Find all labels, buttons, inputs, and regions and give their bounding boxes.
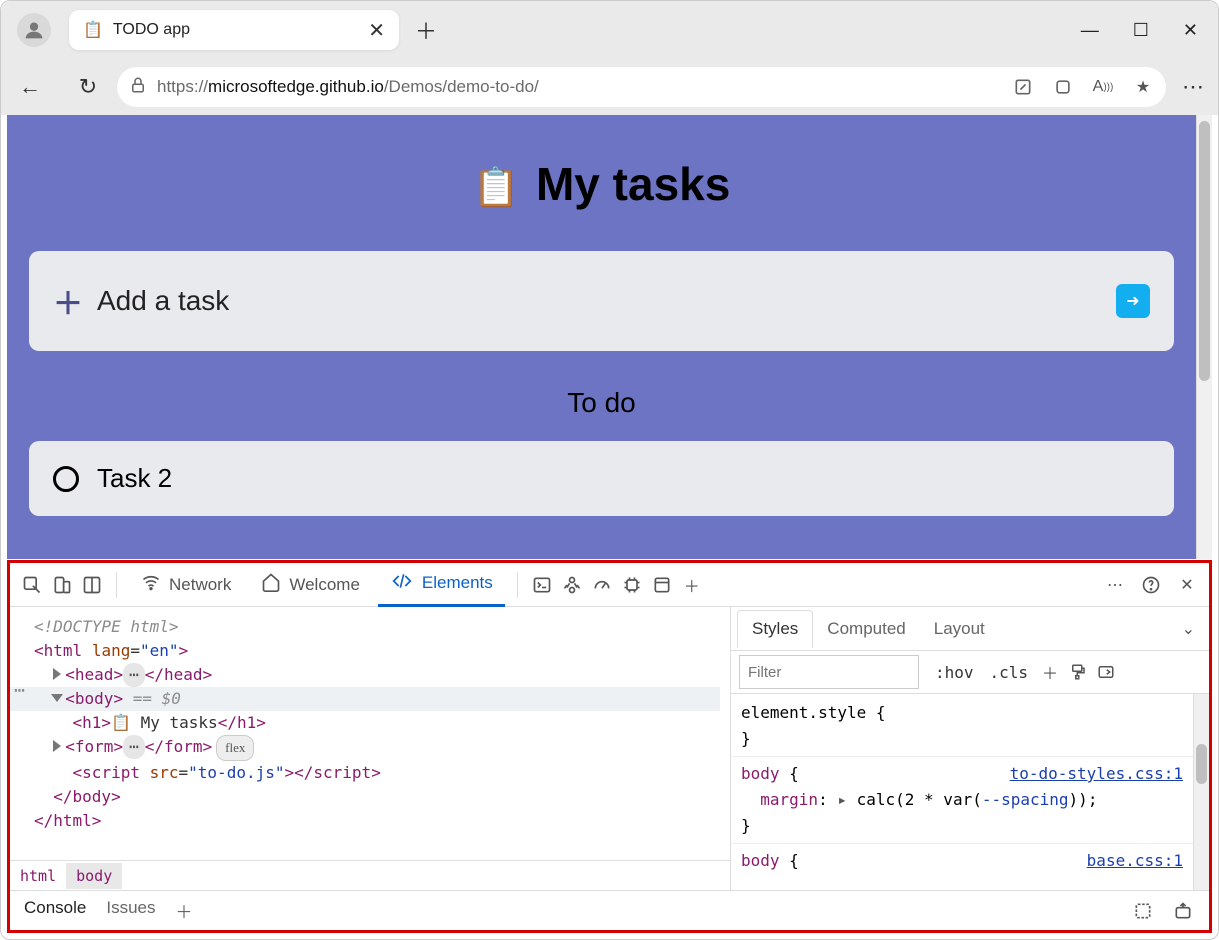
inspect-icon[interactable] bbox=[20, 573, 44, 597]
css-rules[interactable]: element.style { } body {to-do-styles.css… bbox=[731, 694, 1193, 890]
sources-icon[interactable] bbox=[560, 573, 584, 597]
close-devtools-icon[interactable]: ✕ bbox=[1175, 573, 1199, 597]
styles-scrollbar[interactable] bbox=[1193, 694, 1209, 890]
home-icon bbox=[261, 572, 281, 597]
dom-line[interactable]: <head>⋯</head> bbox=[34, 663, 720, 687]
new-style-icon[interactable]: ＋ bbox=[1036, 658, 1064, 686]
page-content: 📋My tasks ＋ Add a task ➜ To do Task 2 bbox=[7, 115, 1196, 559]
dom-tree-pane[interactable]: <!DOCTYPE html> <html lang="en"> <head>⋯… bbox=[10, 607, 731, 890]
performance-icon[interactable] bbox=[590, 573, 614, 597]
add-task-card: ＋ Add a task ➜ bbox=[29, 251, 1174, 351]
css-source-link[interactable]: to-do-styles.css:1 bbox=[1010, 761, 1183, 787]
dom-line[interactable]: <form>⋯</form>flex bbox=[34, 735, 720, 761]
breadcrumb: html body bbox=[10, 860, 730, 890]
page-viewport: 📋My tasks ＋ Add a task ➜ To do Task 2 bbox=[7, 115, 1196, 559]
memory-icon[interactable] bbox=[620, 573, 644, 597]
wifi-icon bbox=[141, 572, 161, 597]
section-heading: To do bbox=[29, 387, 1174, 419]
paint-icon[interactable] bbox=[1064, 658, 1092, 686]
styles-filter-input[interactable] bbox=[739, 655, 919, 689]
drawer-tab-console[interactable]: Console bbox=[24, 898, 86, 923]
titlebar: 📋 TODO app ✕ ＋ — ☐ ✕ bbox=[1, 1, 1218, 59]
tab-elements[interactable]: Elements bbox=[378, 563, 505, 607]
dom-line[interactable]: <html lang="en"> bbox=[34, 639, 720, 663]
crumb-html[interactable]: html bbox=[10, 863, 66, 889]
css-source-link[interactable]: base.css:1 bbox=[1087, 848, 1183, 874]
app-icon[interactable] bbox=[1052, 76, 1074, 98]
dock-icon[interactable] bbox=[80, 573, 104, 597]
tab-layout[interactable]: Layout bbox=[920, 611, 999, 647]
drawer-tab-issues[interactable]: Issues bbox=[106, 898, 155, 923]
drawer-issues-icon[interactable] bbox=[1131, 899, 1155, 923]
close-window-icon[interactable]: ✕ bbox=[1183, 20, 1198, 41]
tab-styles[interactable]: Styles bbox=[737, 610, 813, 648]
submit-task-button[interactable]: ➜ bbox=[1116, 284, 1150, 318]
dom-line[interactable]: </body> bbox=[34, 785, 720, 809]
lock-icon bbox=[129, 76, 147, 99]
back-button[interactable]: ← bbox=[15, 74, 45, 100]
clipboard-icon: 📋 bbox=[83, 20, 103, 40]
devtools-panel: Network Welcome Elements ＋ ⋯ ✕ <!DOCTYPE… bbox=[7, 560, 1212, 933]
read-aloud-icon[interactable]: A))) bbox=[1092, 76, 1114, 98]
device-toggle-icon[interactable] bbox=[50, 573, 74, 597]
profile-avatar[interactable] bbox=[17, 13, 51, 47]
crumb-body[interactable]: body bbox=[66, 863, 122, 889]
add-drawer-tab-icon[interactable]: ＋ bbox=[176, 898, 193, 923]
styles-pane: Styles Computed Layout ⌄ :hov .cls ＋ ele… bbox=[731, 607, 1209, 890]
edit-icon[interactable] bbox=[1012, 76, 1034, 98]
plus-icon: ＋ bbox=[53, 279, 83, 323]
help-icon[interactable] bbox=[1139, 573, 1163, 597]
tab[interactable]: 📋 TODO app ✕ bbox=[69, 10, 399, 50]
task-item[interactable]: Task 2 bbox=[29, 441, 1174, 516]
chevron-down-icon[interactable]: ⌄ bbox=[1182, 619, 1203, 639]
add-tab-icon[interactable]: ＋ bbox=[680, 573, 704, 597]
window-controls: — ☐ ✕ bbox=[1081, 20, 1208, 41]
devtools-drawer: Console Issues ＋ bbox=[10, 890, 1209, 930]
close-icon[interactable]: ✕ bbox=[368, 18, 385, 43]
url-text: https://microsoftedge.github.io/Demos/de… bbox=[157, 77, 539, 97]
page-title: 📋My tasks bbox=[29, 157, 1174, 211]
console-icon[interactable] bbox=[530, 573, 554, 597]
add-task-input[interactable]: Add a task bbox=[97, 285, 229, 317]
code-icon bbox=[390, 571, 414, 596]
tab-welcome[interactable]: Welcome bbox=[249, 563, 372, 607]
computed-toggle-icon[interactable] bbox=[1092, 658, 1120, 686]
checkbox-circle-icon[interactable] bbox=[53, 466, 79, 492]
task-label: Task 2 bbox=[97, 463, 172, 494]
hov-toggle[interactable]: :hov bbox=[927, 663, 982, 682]
favorite-star-icon[interactable]: ★ bbox=[1132, 76, 1154, 98]
maximize-icon[interactable]: ☐ bbox=[1133, 20, 1149, 41]
new-tab-button[interactable]: ＋ bbox=[415, 14, 437, 46]
more-icon[interactable]: ⋯ bbox=[1182, 74, 1204, 100]
dom-line[interactable]: <h1>📋 My tasks</h1> bbox=[34, 711, 720, 735]
dom-line[interactable]: <script src="to-do.js"></script> bbox=[34, 761, 720, 785]
more-tools-icon[interactable]: ⋯ bbox=[1103, 573, 1127, 597]
tab-computed[interactable]: Computed bbox=[813, 611, 919, 647]
refresh-button[interactable]: ↻ bbox=[73, 74, 103, 100]
dom-selected-line[interactable]: ⋯ <body> == $0 bbox=[10, 687, 720, 711]
minimize-icon[interactable]: — bbox=[1081, 20, 1099, 41]
dom-line[interactable]: </html> bbox=[34, 809, 720, 833]
application-icon[interactable] bbox=[650, 573, 674, 597]
drawer-expand-icon[interactable] bbox=[1171, 899, 1195, 923]
address-bar-row: ← ↻ https://microsoftedge.github.io/Demo… bbox=[1, 59, 1218, 115]
dom-line[interactable]: <!DOCTYPE html> bbox=[34, 615, 720, 639]
tab-network[interactable]: Network bbox=[129, 563, 243, 607]
page-scrollbar[interactable] bbox=[1196, 115, 1212, 559]
cls-toggle[interactable]: .cls bbox=[982, 663, 1037, 682]
tab-title: TODO app bbox=[113, 21, 358, 39]
devtools-tabbar: Network Welcome Elements ＋ ⋯ ✕ bbox=[10, 563, 1209, 607]
address-bar[interactable]: https://microsoftedge.github.io/Demos/de… bbox=[117, 67, 1166, 107]
clipboard-icon: 📋 bbox=[473, 167, 520, 209]
